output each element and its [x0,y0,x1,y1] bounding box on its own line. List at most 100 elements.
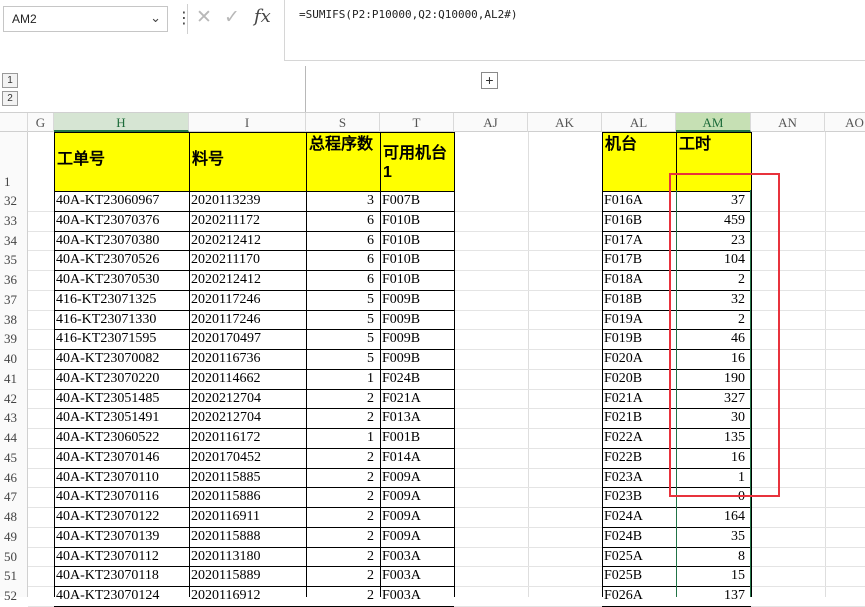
cell-t[interactable]: F009A [380,487,454,507]
cell-t[interactable]: F009B [380,329,454,349]
cell-al[interactable]: F022A [602,428,676,448]
cell-al[interactable]: F024B [602,527,676,547]
cell-al[interactable]: F024A [602,507,676,527]
cell-t[interactable]: F009A [380,507,454,527]
cell-t[interactable]: F021A [380,389,454,409]
cell-t[interactable]: F003A [380,566,454,586]
cell-s[interactable]: 6 [306,250,380,270]
cell-al[interactable]: F018B [602,290,676,310]
cell-s[interactable]: 5 [306,329,380,349]
cell-al[interactable]: F021A [602,389,676,409]
cell-h[interactable]: 416-KT23071595 [54,329,189,349]
header-cell-al[interactable]: 机台 [602,132,676,191]
cell-h[interactable]: 40A-KT23070118 [54,566,189,586]
cell-t[interactable]: F010B [380,270,454,290]
cell-al[interactable]: F017B [602,250,676,270]
cell-i[interactable]: 2020117246 [189,310,306,330]
header-cell-s[interactable]: 总程序数 [306,132,380,191]
cell-h[interactable]: 40A-KT23070139 [54,527,189,547]
cell-t[interactable]: F009A [380,527,454,547]
cell-h[interactable]: 40A-KT23070220 [54,369,189,389]
cell-s[interactable]: 2 [306,448,380,468]
cell-s[interactable]: 2 [306,547,380,567]
header-cell-i[interactable]: 料号 [189,132,306,191]
cell-i[interactable]: 2020113239 [189,191,306,211]
cell-s[interactable]: 5 [306,290,380,310]
cell-s[interactable]: 6 [306,231,380,251]
cell-s[interactable]: 2 [306,389,380,409]
cell-t[interactable]: F010B [380,250,454,270]
cell-i[interactable]: 2020212412 [189,231,306,251]
header-cell-h[interactable]: 工单号 [54,132,189,191]
cell-h[interactable]: 40A-KT23060522 [54,428,189,448]
header-cell-t[interactable]: 可用机台1 [380,132,454,191]
cell-i[interactable]: 2020115888 [189,527,306,547]
cell-i[interactable]: 2020117246 [189,290,306,310]
cell-i[interactable]: 2020212704 [189,408,306,428]
cell-h[interactable]: 40A-KT23070526 [54,250,189,270]
cell-al[interactable]: F026A [602,586,676,606]
cell-al[interactable]: F019A [602,310,676,330]
cell-h[interactable]: 40A-KT23070122 [54,507,189,527]
cell-t[interactable]: F010B [380,231,454,251]
cell-t[interactable]: F003A [380,586,454,606]
cell-h[interactable]: 40A-KT23070146 [54,448,189,468]
cell-i[interactable]: 2020170452 [189,448,306,468]
cell-t[interactable]: F009B [380,290,454,310]
cell-i[interactable]: 2020211172 [189,211,306,231]
cell-s[interactable]: 1 [306,428,380,448]
cell-h[interactable]: 416-KT23071330 [54,310,189,330]
cell-h[interactable]: 40A-KT23070530 [54,270,189,290]
cell-s[interactable]: 2 [306,527,380,547]
cell-s[interactable]: 5 [306,310,380,330]
cell-al[interactable]: F017A [602,231,676,251]
cell-t[interactable]: F009B [380,349,454,369]
cell-t[interactable]: F014A [380,448,454,468]
cell-s[interactable]: 2 [306,586,380,606]
cell-h[interactable]: 40A-KT23051485 [54,389,189,409]
cell-i[interactable]: 2020115885 [189,468,306,488]
cell-s[interactable]: 6 [306,270,380,290]
cell-i[interactable]: 2020116912 [189,586,306,606]
cell-al[interactable]: F018A [602,270,676,290]
cell-t[interactable]: F024B [380,369,454,389]
cell-h[interactable]: 416-KT23071325 [54,290,189,310]
cell-s[interactable]: 1 [306,369,380,389]
cell-t[interactable]: F007B [380,191,454,211]
cell-al[interactable]: F021B [602,408,676,428]
cell-s[interactable]: 2 [306,507,380,527]
cell-i[interactable]: 2020116911 [189,507,306,527]
cell-h[interactable]: 40A-KT23070112 [54,547,189,567]
cell-al[interactable]: F016B [602,211,676,231]
cell-i[interactable]: 2020170497 [189,329,306,349]
cell-al[interactable]: F023B [602,487,676,507]
cell-i[interactable]: 2020116172 [189,428,306,448]
cell-t[interactable]: F001B [380,428,454,448]
cell-i[interactable]: 2020116736 [189,349,306,369]
cell-i[interactable]: 2020115886 [189,487,306,507]
cell-h[interactable]: 40A-KT23070124 [54,586,189,606]
cell-h[interactable]: 40A-KT23070376 [54,211,189,231]
cell-h[interactable]: 40A-KT23060967 [54,191,189,211]
cell-s[interactable]: 2 [306,487,380,507]
cell-al[interactable]: F023A [602,468,676,488]
cell-al[interactable]: F020B [602,369,676,389]
cell-al[interactable]: F016A [602,191,676,211]
cell-i[interactable]: 2020212412 [189,270,306,290]
cell-al[interactable]: F020A [602,349,676,369]
cell-t[interactable]: F009B [380,310,454,330]
cell-i[interactable]: 2020114662 [189,369,306,389]
cell-i[interactable]: 2020113180 [189,547,306,567]
cell-i[interactable]: 2020212704 [189,389,306,409]
cell-t[interactable]: F003A [380,547,454,567]
cell-h[interactable]: 40A-KT23070110 [54,468,189,488]
cell-h[interactable]: 40A-KT23070116 [54,487,189,507]
cell-s[interactable]: 3 [306,191,380,211]
cell-s[interactable]: 2 [306,566,380,586]
cell-h[interactable]: 40A-KT23070380 [54,231,189,251]
cell-s[interactable]: 2 [306,468,380,488]
cell-al[interactable]: F019B [602,329,676,349]
cell-s[interactable]: 2 [306,408,380,428]
cell-al[interactable]: F025B [602,566,676,586]
cell-i[interactable]: 2020211170 [189,250,306,270]
